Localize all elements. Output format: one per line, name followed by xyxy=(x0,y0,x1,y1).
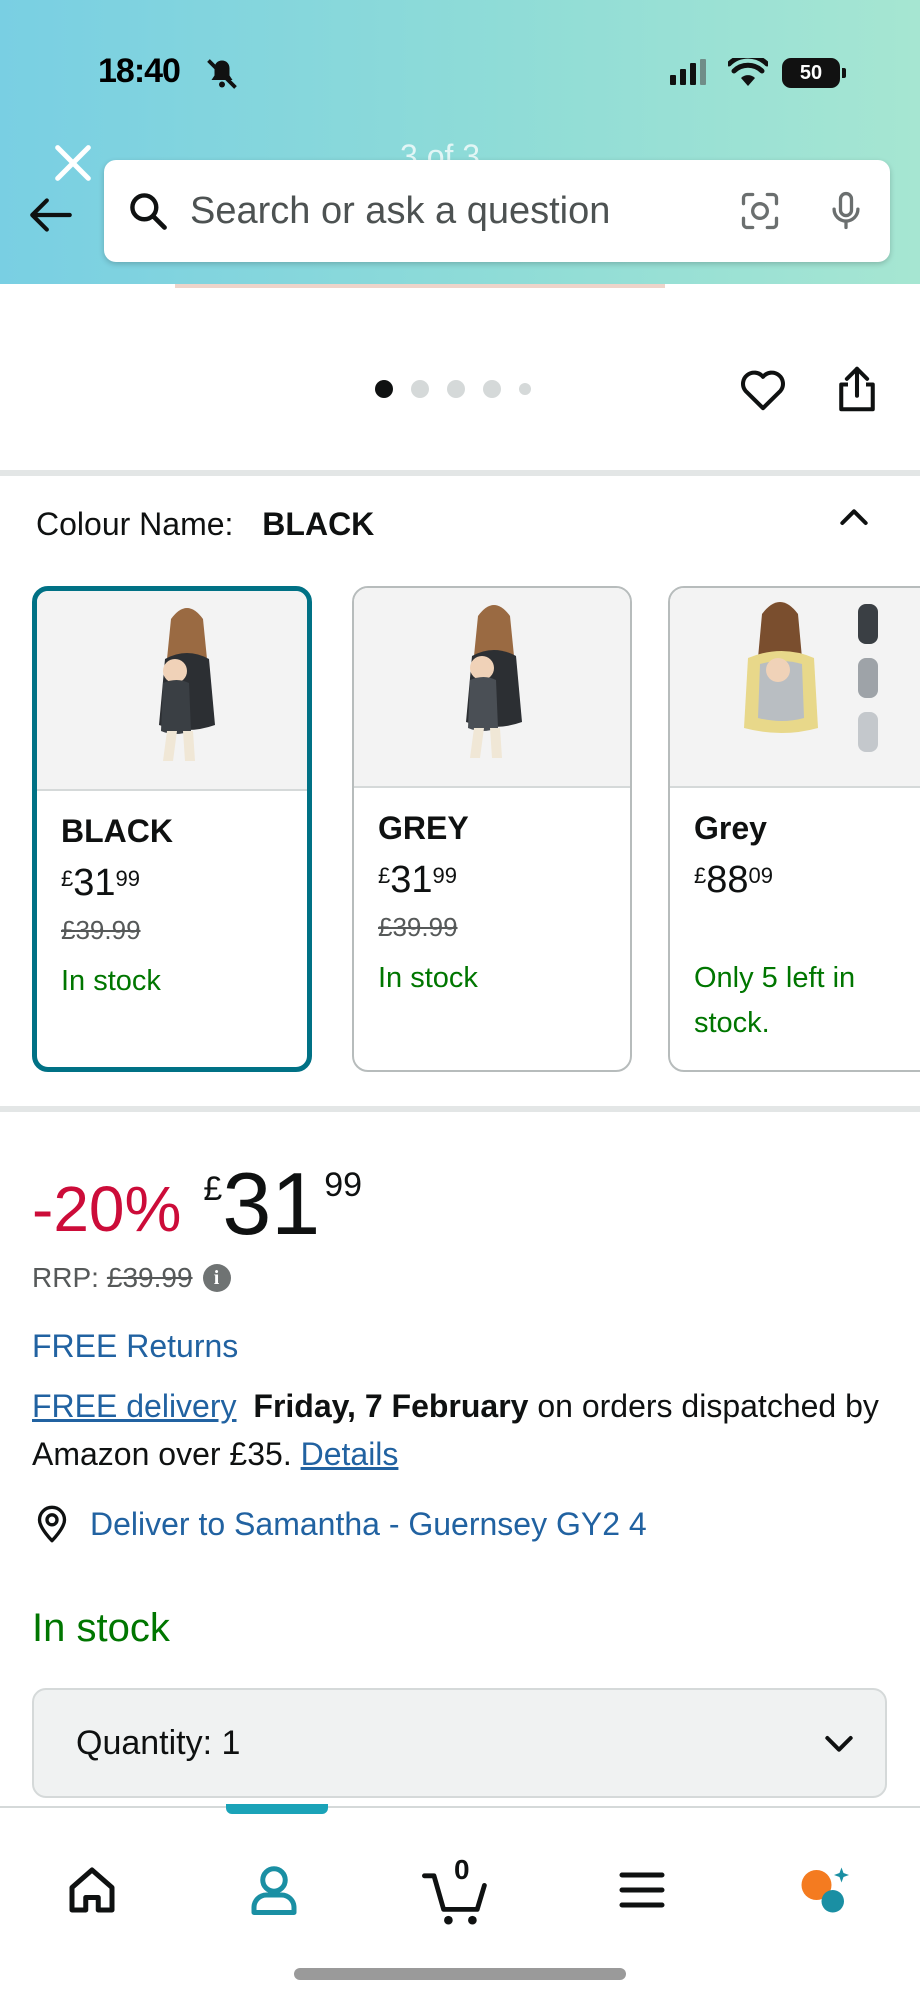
swatch-image xyxy=(354,588,630,788)
carousel-dot[interactable] xyxy=(447,380,465,398)
carousel-dot[interactable] xyxy=(411,380,429,398)
colour-swatch-grey-bundle[interactable]: Grey £8809 Only 5 left in stock. xyxy=(668,586,920,1072)
swatch-stock: Only 5 left in stock. xyxy=(694,962,856,1039)
swatch-image xyxy=(670,588,920,788)
current-price: £ 31 99 xyxy=(203,1154,363,1253)
chevron-up-icon[interactable] xyxy=(834,498,874,538)
carousel-dot[interactable] xyxy=(519,383,531,395)
rrp-row: RRP: £39.99 i xyxy=(32,1262,231,1294)
battery-indicator: 50 xyxy=(782,58,846,88)
bell-slash-icon xyxy=(207,59,237,89)
product-image-edge xyxy=(175,284,665,288)
back-arrow-icon[interactable] xyxy=(26,190,76,240)
baby-carrier-black-image xyxy=(159,608,215,761)
info-icon[interactable]: i xyxy=(202,1264,231,1292)
swatch-was-price: £39.99 xyxy=(378,912,458,942)
swatch-price: £3199 xyxy=(61,862,141,904)
swatch-image xyxy=(37,591,307,791)
section-divider xyxy=(0,1106,920,1112)
account-icon[interactable] xyxy=(244,1860,304,1920)
search-icon xyxy=(130,193,167,230)
colour-swatch-black[interactable]: BLACK £3199 £39.99 In stock xyxy=(32,586,312,1072)
heart-icon[interactable] xyxy=(736,362,790,416)
swatch-stock: In stock xyxy=(378,962,478,994)
colour-label: Colour Name: xyxy=(36,506,234,542)
free-delivery-link[interactable]: FREE delivery xyxy=(32,1388,237,1424)
search-bar[interactable] xyxy=(104,160,890,262)
price-row: -20% £ 31 99 xyxy=(32,1160,362,1248)
deliver-to-location[interactable]: Deliver to Samantha - Guernsey GY2 4 xyxy=(32,1504,647,1544)
quantity-value: 1 xyxy=(221,1723,241,1762)
home-indicator xyxy=(294,1968,626,1980)
rrp-label: RRP: xyxy=(32,1262,99,1293)
chevron-down-icon xyxy=(825,1736,853,1752)
delivery-info: FREE delivery Friday, 7 February on orde… xyxy=(32,1382,892,1478)
cart-count: 0 xyxy=(454,1854,470,1885)
quantity-selector[interactable]: Quantity: 1 xyxy=(32,1688,887,1798)
colour-selected-value: BLACK xyxy=(262,506,375,542)
home-icon[interactable] xyxy=(62,1860,122,1920)
menu-icon[interactable] xyxy=(612,1860,672,1920)
rufus-assistant-icon[interactable] xyxy=(794,1860,854,1920)
colour-name-row: Colour Name: BLACK xyxy=(36,506,374,543)
details-link[interactable]: Details xyxy=(301,1436,399,1472)
availability-status: In stock xyxy=(32,1606,170,1650)
carousel-dot[interactable] xyxy=(375,380,393,398)
swatch-price: £3199 xyxy=(378,859,458,901)
discount-percentage: -20% xyxy=(32,1173,182,1245)
swatch-was-price: £39.99 xyxy=(61,915,141,945)
signal-icon xyxy=(670,59,706,85)
delivery-date: Friday, 7 February xyxy=(253,1388,529,1424)
camera-lens-icon[interactable] xyxy=(738,189,782,233)
wifi-icon xyxy=(728,58,768,86)
swatch-price: £8809 xyxy=(694,859,774,901)
baby-carrier-grey-image xyxy=(466,605,522,758)
close-icon[interactable] xyxy=(50,140,96,186)
colour-swatch-grey[interactable]: GREY £3199 £39.99 In stock xyxy=(352,586,632,1072)
cart-button[interactable]: 0 xyxy=(422,1854,494,1930)
swatch-name: Grey xyxy=(694,810,767,846)
quantity-label: Quantity: xyxy=(76,1723,213,1762)
swatch-name: BLACK xyxy=(61,813,173,849)
carousel-dots[interactable] xyxy=(375,380,531,398)
swatch-stock: In stock xyxy=(61,965,161,997)
microphone-icon[interactable] xyxy=(824,189,868,233)
share-icon[interactable] xyxy=(830,362,884,416)
header: 18:40 50 3 of 3 xyxy=(0,0,920,284)
swatch-was-price xyxy=(694,912,914,944)
rrp-value: £39.99 xyxy=(106,1262,193,1293)
carousel-dot[interactable] xyxy=(483,380,501,398)
free-returns-link[interactable]: FREE Returns xyxy=(32,1328,238,1365)
search-input[interactable] xyxy=(190,189,738,233)
swatch-name: GREY xyxy=(378,810,469,846)
baby-carrier-grey-bundle-image xyxy=(744,602,878,752)
section-divider xyxy=(0,470,920,476)
location-pin-icon xyxy=(37,1505,67,1543)
active-tab-indicator xyxy=(226,1804,328,1814)
deliver-to-text: Deliver to Samantha - Guernsey GY2 4 xyxy=(90,1505,647,1542)
status-indicators: 50 xyxy=(668,58,846,88)
status-time: 18:40 xyxy=(98,52,181,90)
